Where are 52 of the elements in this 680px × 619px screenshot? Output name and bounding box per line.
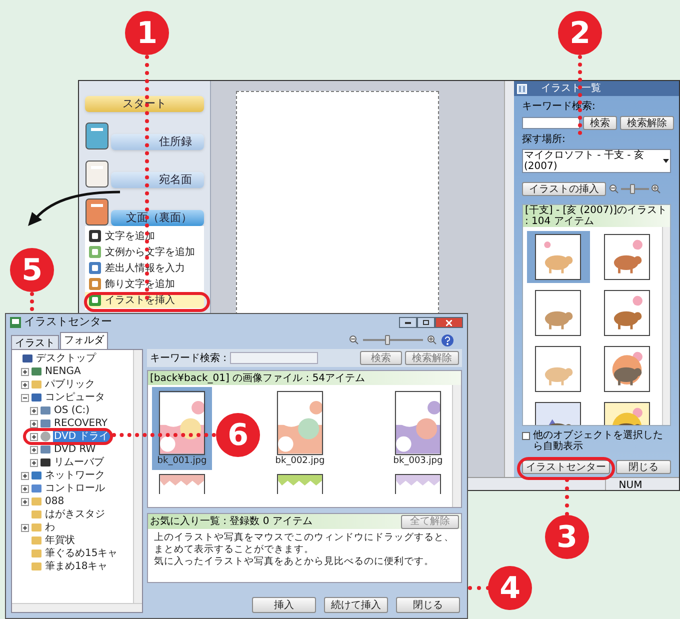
section-button[interactable]: 住所録 bbox=[111, 134, 204, 150]
section-button[interactable]: スタート bbox=[85, 96, 204, 112]
callout-number: 3 bbox=[545, 515, 589, 559]
tree-item[interactable]: ネットワーク bbox=[44, 470, 106, 482]
tree-item[interactable]: DVD RW bbox=[53, 444, 97, 456]
checkbox-label: 他のオブジェクトを選択したら自動表示 bbox=[533, 430, 664, 452]
search-button[interactable]: 検索 bbox=[360, 351, 402, 365]
tree-item[interactable]: 年賀状 bbox=[44, 534, 76, 546]
tree-item[interactable]: DVD ドライ bbox=[53, 430, 110, 442]
search-button[interactable]: 検索 bbox=[583, 116, 617, 130]
location-dropdown[interactable]: マイクロソフト - 干支 - 亥 (2007) bbox=[522, 149, 671, 173]
tree-item[interactable]: わ bbox=[44, 522, 56, 534]
file-thumbnail[interactable]: bk_002.jpg bbox=[270, 387, 330, 470]
status-indicator: NUM bbox=[605, 478, 655, 490]
tab[interactable]: フォルダ bbox=[60, 332, 108, 349]
dialog-button[interactable]: 閉じる bbox=[396, 597, 460, 613]
panel-title: イラスト一覧 bbox=[541, 82, 601, 96]
file-thumbnail[interactable]: bk_003.jpg bbox=[388, 387, 448, 470]
illustration-center-button[interactable]: イラストセンター bbox=[522, 460, 610, 474]
section-button[interactable]: 文面（裏面） bbox=[111, 210, 204, 226]
location-label: 探す場所: bbox=[522, 132, 566, 147]
tree-item[interactable]: RECOVERY bbox=[53, 418, 109, 430]
tree-item[interactable]: コントロール bbox=[44, 482, 106, 494]
insert-illustration-button[interactable]: イラストの挿入 bbox=[522, 182, 606, 196]
favorites-header: お気に入り一覧 : 登録数 0 アイテム bbox=[150, 514, 312, 529]
clear-search-button[interactable]: 検索解除 bbox=[620, 116, 674, 130]
tree-item[interactable]: 088 bbox=[44, 496, 66, 508]
callout-number: 5 bbox=[10, 248, 54, 292]
section-button[interactable]: 宛名面 bbox=[111, 172, 204, 188]
dialog-button[interactable]: 挿入 bbox=[252, 597, 316, 613]
tree-item[interactable]: はがきスタジ bbox=[44, 508, 106, 520]
tree-item[interactable]: 筆まめ18キャ bbox=[44, 560, 109, 572]
callout-number: 2 bbox=[558, 11, 602, 55]
tab[interactable]: イラスト bbox=[11, 335, 59, 349]
tree-item[interactable]: コンピュータ bbox=[44, 392, 106, 404]
window-title: イラストセンター bbox=[24, 314, 112, 330]
tree-item[interactable]: NENGA bbox=[44, 366, 82, 378]
help-text: 気に入ったイラストや写真をあとから見比べるのに便利です。 bbox=[153, 556, 435, 568]
list-header: [back¥back_01] の画像ファイル : 54アイテム bbox=[148, 371, 461, 385]
help-text: 上のイラストや写真をマウスでこのウィンドウにドラッグすると、まとめて表示することができます。 bbox=[153, 531, 455, 556]
tree-item[interactable]: リムーバブ bbox=[53, 456, 105, 468]
callout-number: 1 bbox=[125, 11, 169, 55]
dialog-button[interactable]: 続けて挿入 bbox=[324, 597, 388, 613]
close-button[interactable]: 閉じる bbox=[616, 460, 671, 474]
tree-item[interactable]: パブリック bbox=[44, 378, 96, 390]
tree-item[interactable]: デスクトップ bbox=[35, 352, 97, 364]
callout-number: 4 bbox=[488, 566, 532, 610]
clear-search-button[interactable]: 検索解除 bbox=[405, 351, 459, 365]
file-thumbnail[interactable]: bk_001.jpg bbox=[152, 387, 212, 470]
tree-item[interactable]: OS (C:) bbox=[53, 404, 91, 416]
tree-item[interactable]: 筆ぐるめ15キャ bbox=[44, 548, 119, 560]
keyword-label: キーワード検索 : bbox=[150, 352, 227, 366]
